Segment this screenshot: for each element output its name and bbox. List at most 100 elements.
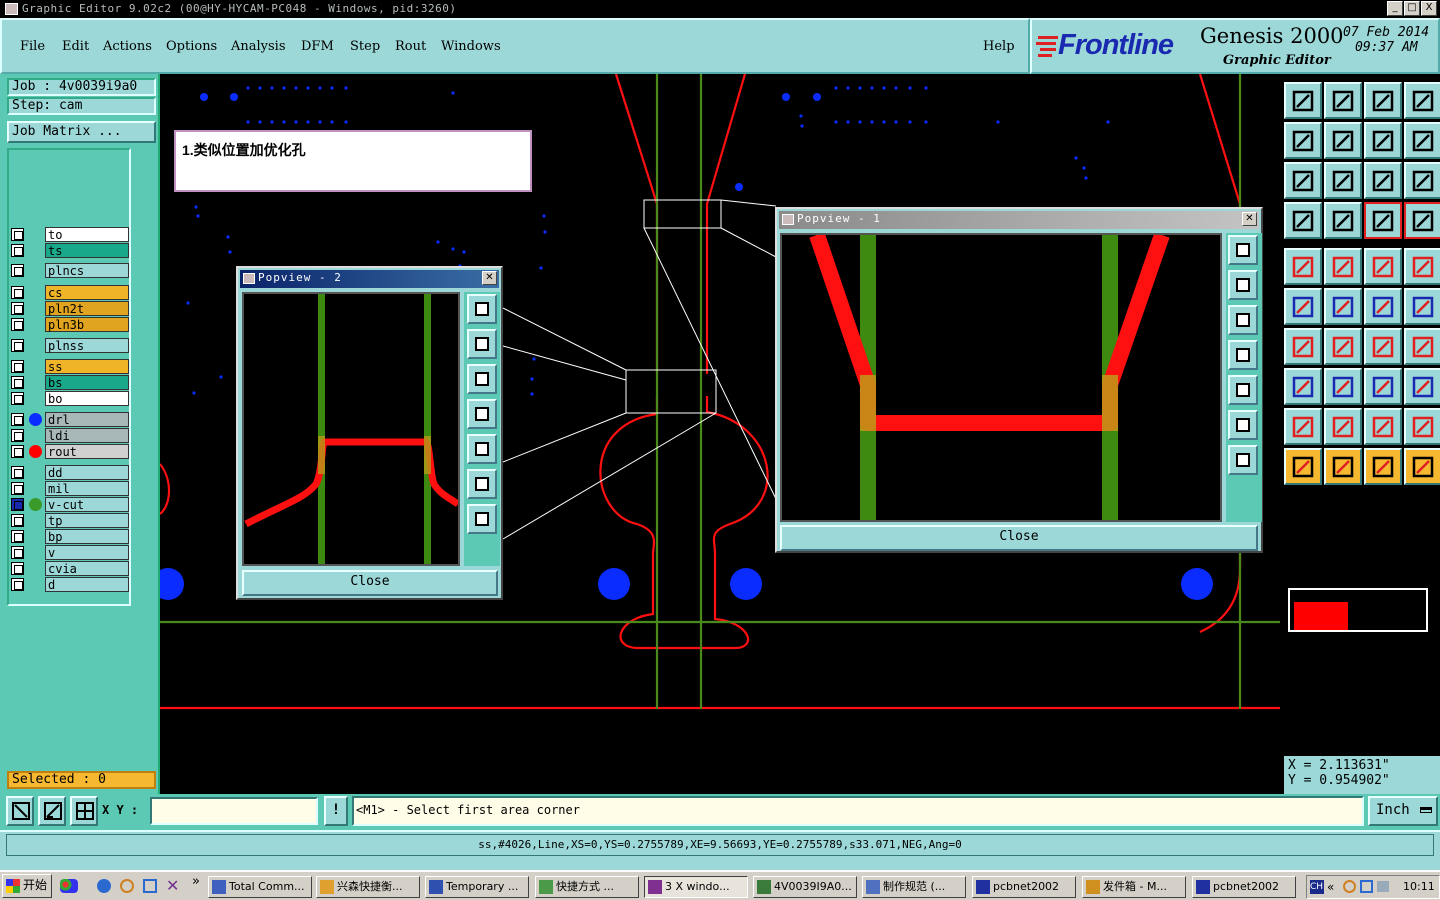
layer-name[interactable]: rout xyxy=(45,444,129,459)
popview-1-zoom-home-icon[interactable] xyxy=(1228,235,1258,265)
layer-checkbox[interactable] xyxy=(11,264,24,277)
tray-icon-2[interactable] xyxy=(1360,880,1373,893)
layer-row-cs[interactable]: cs xyxy=(11,285,129,300)
layer-checkbox[interactable] xyxy=(11,360,24,373)
layer-name[interactable]: drl xyxy=(45,412,129,427)
layer-up-icon[interactable] xyxy=(1284,82,1322,119)
shape-icon[interactable] xyxy=(1404,368,1440,405)
scale-1-2-icon[interactable] xyxy=(1364,162,1402,199)
grid-icon[interactable] xyxy=(70,796,98,826)
popview-1-window[interactable]: Popview - 1 ✕ Close xyxy=(775,207,1263,553)
popview-1-pan-up-icon[interactable] xyxy=(1228,270,1258,300)
popview-2-pan-left-icon[interactable] xyxy=(467,399,497,429)
layer-name[interactable]: bs xyxy=(45,375,129,390)
dim-icon[interactable] xyxy=(1364,368,1402,405)
start-button[interactable]: 开始 xyxy=(2,874,52,898)
layer-checkbox[interactable] xyxy=(11,514,24,527)
genesis-icon[interactable]: ✕ xyxy=(166,876,179,895)
connect-icon[interactable] xyxy=(1284,288,1322,325)
taskbar-item[interactable]: 快捷方式 ... xyxy=(535,876,639,898)
route-icon[interactable] xyxy=(1324,248,1362,285)
popview-2-close-icon[interactable]: ✕ xyxy=(482,271,497,285)
job-matrix-button[interactable]: Job Matrix ... xyxy=(7,121,156,143)
layer-row-to[interactable]: to xyxy=(11,227,129,242)
layer-name[interactable]: cs xyxy=(45,285,129,300)
menu-dfm[interactable]: DFM xyxy=(301,39,334,54)
layer-row-bp[interactable]: bp xyxy=(11,529,129,544)
popview-1-titlebar[interactable]: Popview - 1 xyxy=(779,211,1259,229)
language-icon[interactable]: CH xyxy=(1310,880,1324,894)
taskbar-item[interactable]: Temporary ... xyxy=(425,876,529,898)
fit-icon[interactable] xyxy=(1284,162,1322,199)
layer-name[interactable]: ldi xyxy=(45,428,129,443)
layer-name[interactable]: plncs xyxy=(45,263,129,278)
layer-checkbox[interactable] xyxy=(11,318,24,331)
center-icon[interactable] xyxy=(1324,162,1362,199)
layer-row-plncs[interactable]: plncs xyxy=(11,263,129,278)
info-button[interactable]: ! xyxy=(324,796,348,826)
taskbar-item[interactable]: pcbnet2002 xyxy=(972,876,1076,898)
layer-name[interactable]: plnss xyxy=(45,338,129,353)
popview-2-canvas[interactable] xyxy=(242,292,460,566)
ie-icon[interactable] xyxy=(97,879,111,893)
tray-icon-1[interactable] xyxy=(1343,880,1356,893)
layer-row-ldi[interactable]: ldi xyxy=(11,428,129,443)
angle-icon[interactable] xyxy=(1284,328,1322,365)
popview-1-close-icon[interactable]: ✕ xyxy=(1242,212,1257,226)
layer-down-icon[interactable] xyxy=(1324,82,1362,119)
ff-icon[interactable] xyxy=(1404,328,1440,365)
popview-2-pan-right-icon[interactable] xyxy=(467,434,497,464)
layer-row-cvia[interactable]: cvia xyxy=(11,561,129,576)
layer-name[interactable]: dd xyxy=(45,465,129,480)
popview-1-zoom-in-icon[interactable] xyxy=(1228,410,1258,440)
layer-checkbox[interactable] xyxy=(11,376,24,389)
popview-1-pan-left-icon[interactable] xyxy=(1228,340,1258,370)
layer-row-d[interactable]: d xyxy=(11,577,129,592)
layer-row-mil[interactable]: mil xyxy=(11,481,129,496)
popview-1-canvas[interactable] xyxy=(780,232,1222,522)
layer-row-ss[interactable]: ss xyxy=(11,359,129,374)
layer-checkbox[interactable] xyxy=(11,302,24,315)
taskbar-item[interactable]: 3 X windo... xyxy=(644,876,748,898)
arc-icon[interactable] xyxy=(1364,328,1402,365)
layer-row-drl[interactable]: drl xyxy=(11,412,129,427)
layer-row-bs[interactable]: bs xyxy=(11,375,129,390)
more-icon[interactable]: » xyxy=(192,874,200,889)
popview-2-window[interactable]: Popview - 2 ✕ Close xyxy=(236,266,503,600)
grid-toggle-icon[interactable] xyxy=(1324,202,1362,239)
line-icon[interactable] xyxy=(1324,328,1362,365)
layer-checkbox[interactable] xyxy=(11,339,24,352)
minimize-button[interactable]: _ xyxy=(1387,1,1403,16)
mirror-icon[interactable] xyxy=(1404,122,1440,159)
tri2-icon[interactable] xyxy=(1404,408,1440,445)
select2-icon[interactable] xyxy=(1364,448,1402,485)
layer-checkbox[interactable] xyxy=(11,482,24,495)
menu-step[interactable]: Step xyxy=(350,39,380,54)
menu-help[interactable]: Help xyxy=(983,39,1015,54)
layer-checkbox[interactable] xyxy=(11,244,24,257)
pad-icon[interactable] xyxy=(1284,368,1322,405)
ruler-icon[interactable] xyxy=(1364,248,1402,285)
layer-checkbox[interactable] xyxy=(11,546,24,559)
taskbar-item[interactable]: 4V0039I9A0... xyxy=(753,876,857,898)
popview-2-pan-up-icon[interactable] xyxy=(467,329,497,359)
dash-icon[interactable] xyxy=(1324,368,1362,405)
drill-icon[interactable] xyxy=(1284,248,1322,285)
layer-name[interactable]: bo xyxy=(45,391,129,406)
select-dot-icon[interactable] xyxy=(1404,248,1440,285)
layer-checkbox[interactable] xyxy=(11,498,24,511)
menu-file[interactable]: File xyxy=(20,39,45,54)
layer-name[interactable]: tp xyxy=(45,513,129,528)
layer-checkbox[interactable] xyxy=(11,286,24,299)
layer-name[interactable]: bp xyxy=(45,529,129,544)
popview-1-zoom-out-icon[interactable] xyxy=(1228,445,1258,475)
measure-icon[interactable] xyxy=(38,796,66,826)
taskbar-item[interactable]: 兴森快捷衡... xyxy=(316,876,420,898)
collapse-icon[interactable]: « xyxy=(1327,880,1334,894)
arc-a-icon[interactable] xyxy=(1364,408,1402,445)
layer-name[interactable]: mil xyxy=(45,481,129,496)
menu-rout[interactable]: Rout xyxy=(395,39,426,54)
layer-name[interactable]: v xyxy=(45,545,129,560)
rotate-icon[interactable] xyxy=(1364,122,1402,159)
app-icon-3[interactable] xyxy=(143,879,157,893)
